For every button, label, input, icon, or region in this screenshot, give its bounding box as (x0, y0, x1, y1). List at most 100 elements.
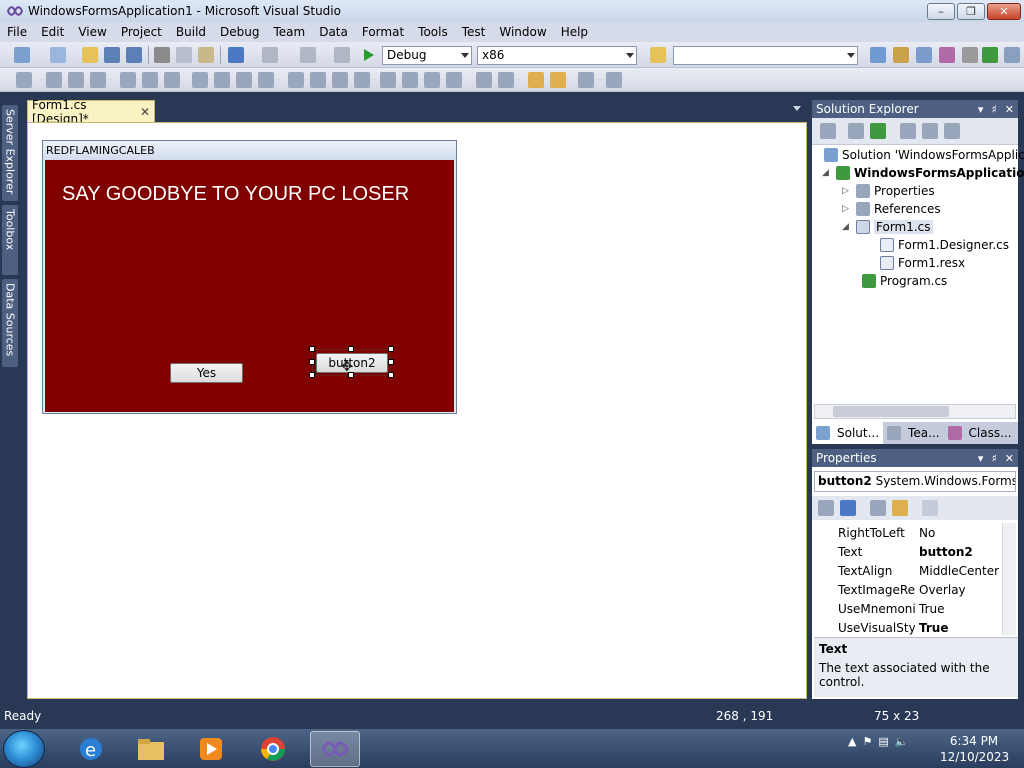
open-file-icon[interactable] (82, 47, 98, 63)
property-row[interactable]: RightToLeft No (812, 523, 1002, 542)
vertical-scrollbar[interactable] (1002, 523, 1016, 635)
resize-handle[interactable] (388, 346, 394, 352)
make-same-width-icon[interactable] (192, 72, 208, 88)
navigate-forward-icon[interactable] (334, 47, 350, 63)
menu-file[interactable]: File (0, 25, 34, 39)
view-code-icon[interactable] (900, 123, 916, 139)
tab-team-explorer[interactable]: Tea... (883, 422, 943, 444)
object-browser-icon[interactable] (916, 47, 932, 63)
tree-item-program[interactable]: Program.cs (862, 272, 947, 290)
align-rights-icon[interactable] (90, 72, 106, 88)
categorized-icon[interactable] (818, 500, 834, 516)
tab-order-icon[interactable] (578, 72, 594, 88)
tree-item-references[interactable]: ▷ References (842, 200, 941, 218)
start-button[interactable] (3, 730, 45, 768)
menu-help[interactable]: Help (554, 25, 595, 39)
menu-window[interactable]: Window (492, 25, 553, 39)
tree-item-solution[interactable]: Solution 'WindowsFormsApplica (824, 146, 1024, 164)
lock-controls-icon[interactable] (606, 72, 622, 88)
property-row[interactable]: UseVisualStyle True (812, 618, 1002, 637)
view-designer-icon[interactable] (922, 123, 938, 139)
alphabetical-icon[interactable] (840, 500, 856, 516)
menu-format[interactable]: Format (355, 25, 411, 39)
panel-close-icon[interactable]: ✕ (1005, 103, 1014, 116)
other-windows-icon[interactable] (1004, 47, 1020, 63)
menu-build[interactable]: Build (169, 25, 213, 39)
resize-handle[interactable] (388, 359, 394, 365)
property-value[interactable]: MiddleCenter (915, 564, 999, 578)
data-sources-tab[interactable]: Data Sources (2, 279, 18, 367)
navigate-back-icon[interactable] (300, 47, 316, 63)
align-centers-icon[interactable] (68, 72, 84, 88)
events-icon[interactable] (892, 500, 908, 516)
extension-manager-icon[interactable] (962, 47, 978, 63)
menu-debug[interactable]: Debug (213, 25, 266, 39)
scrollbar-thumb[interactable] (833, 406, 949, 417)
make-same-size-icon[interactable] (236, 72, 252, 88)
designed-form[interactable]: REDFLAMINGCALEB SAY GOODBYE TO YOUR PC L… (42, 140, 457, 414)
server-explorer-tab[interactable]: Server Explorer (2, 105, 18, 201)
save-all-icon[interactable] (126, 47, 142, 63)
show-all-files-icon[interactable] (848, 123, 864, 139)
pin-icon[interactable]: ♯ (991, 452, 996, 465)
undo-icon[interactable] (228, 47, 244, 63)
form-label[interactable]: SAY GOODBYE TO YOUR PC LOSER (62, 183, 409, 206)
menu-team[interactable]: Team (266, 25, 312, 39)
horizontal-spacing-equal-icon[interactable] (288, 72, 304, 88)
center-horizontally-icon[interactable] (476, 72, 492, 88)
visual-studio-taskbar-icon[interactable] (310, 731, 360, 767)
close-button[interactable]: ✕ (987, 3, 1021, 20)
property-value[interactable]: True (915, 602, 945, 616)
property-row[interactable]: TextAlign MiddleCenter (812, 561, 1002, 580)
increase-horizontal-spacing-icon[interactable] (310, 72, 326, 88)
network-icon[interactable]: ▤ (878, 735, 888, 748)
resize-handle[interactable] (309, 346, 315, 352)
panel-dropdown-icon[interactable]: ▾ (978, 452, 984, 465)
menu-view[interactable]: View (71, 25, 113, 39)
properties-window-icon[interactable] (893, 47, 909, 63)
minimize-button[interactable]: – (927, 3, 955, 20)
property-value[interactable]: Overlay (915, 583, 966, 597)
cut-icon[interactable] (154, 47, 170, 63)
expand-arrow-icon[interactable]: ▷ (842, 186, 856, 196)
properties-icon[interactable] (870, 500, 886, 516)
find-combo[interactable] (673, 46, 858, 65)
send-to-back-icon[interactable] (550, 72, 566, 88)
tab-class-view[interactable]: Class... (944, 422, 1016, 444)
solution-platform-combo[interactable]: x86 (477, 46, 637, 65)
media-player-icon[interactable] (186, 731, 236, 767)
toolbox-tab[interactable]: Toolbox (2, 205, 18, 275)
toolbox-icon[interactable] (939, 47, 955, 63)
tree-item-form1-designer[interactable]: Form1.Designer.cs (880, 236, 1009, 254)
align-to-grid-icon[interactable] (16, 72, 32, 88)
action-center-icon[interactable]: ⚑ (862, 735, 872, 748)
copy-icon[interactable] (176, 47, 192, 63)
paste-icon[interactable] (198, 47, 214, 63)
menu-project[interactable]: Project (114, 25, 169, 39)
property-row[interactable]: TextImageRel Overlay (812, 580, 1002, 599)
chrome-icon[interactable] (248, 731, 298, 767)
menu-test[interactable]: Test (455, 25, 493, 39)
menu-tools[interactable]: Tools (411, 25, 455, 39)
resize-handle[interactable] (309, 372, 315, 378)
center-vertically-icon[interactable] (498, 72, 514, 88)
tree-item-form1-resx[interactable]: Form1.resx (880, 254, 965, 272)
add-item-icon[interactable] (50, 47, 66, 63)
menu-data[interactable]: Data (312, 25, 355, 39)
horizontal-scrollbar[interactable] (814, 404, 1016, 419)
volume-icon[interactable]: 🔈 (895, 735, 909, 748)
document-tab-form1-design[interactable]: Form1.cs [Design]* ✕ (27, 98, 155, 126)
tab-solution-explorer[interactable]: Solut... (812, 422, 884, 444)
collapse-arrow-icon[interactable]: ◢ (822, 168, 836, 178)
refresh-icon[interactable] (870, 123, 886, 139)
yes-button[interactable]: Yes (170, 363, 243, 383)
tree-item-properties[interactable]: ▷ Properties (842, 182, 935, 200)
property-row[interactable]: UseMnemoni True (812, 599, 1002, 618)
property-row[interactable]: Text button2 (812, 542, 1002, 561)
resize-handle[interactable] (309, 359, 315, 365)
property-value[interactable]: True (915, 621, 948, 635)
solution-explorer-icon[interactable] (870, 47, 886, 63)
panel-close-icon[interactable]: ✕ (1005, 452, 1014, 465)
resize-handle[interactable] (348, 346, 354, 352)
pin-icon[interactable]: ♯ (991, 103, 996, 116)
